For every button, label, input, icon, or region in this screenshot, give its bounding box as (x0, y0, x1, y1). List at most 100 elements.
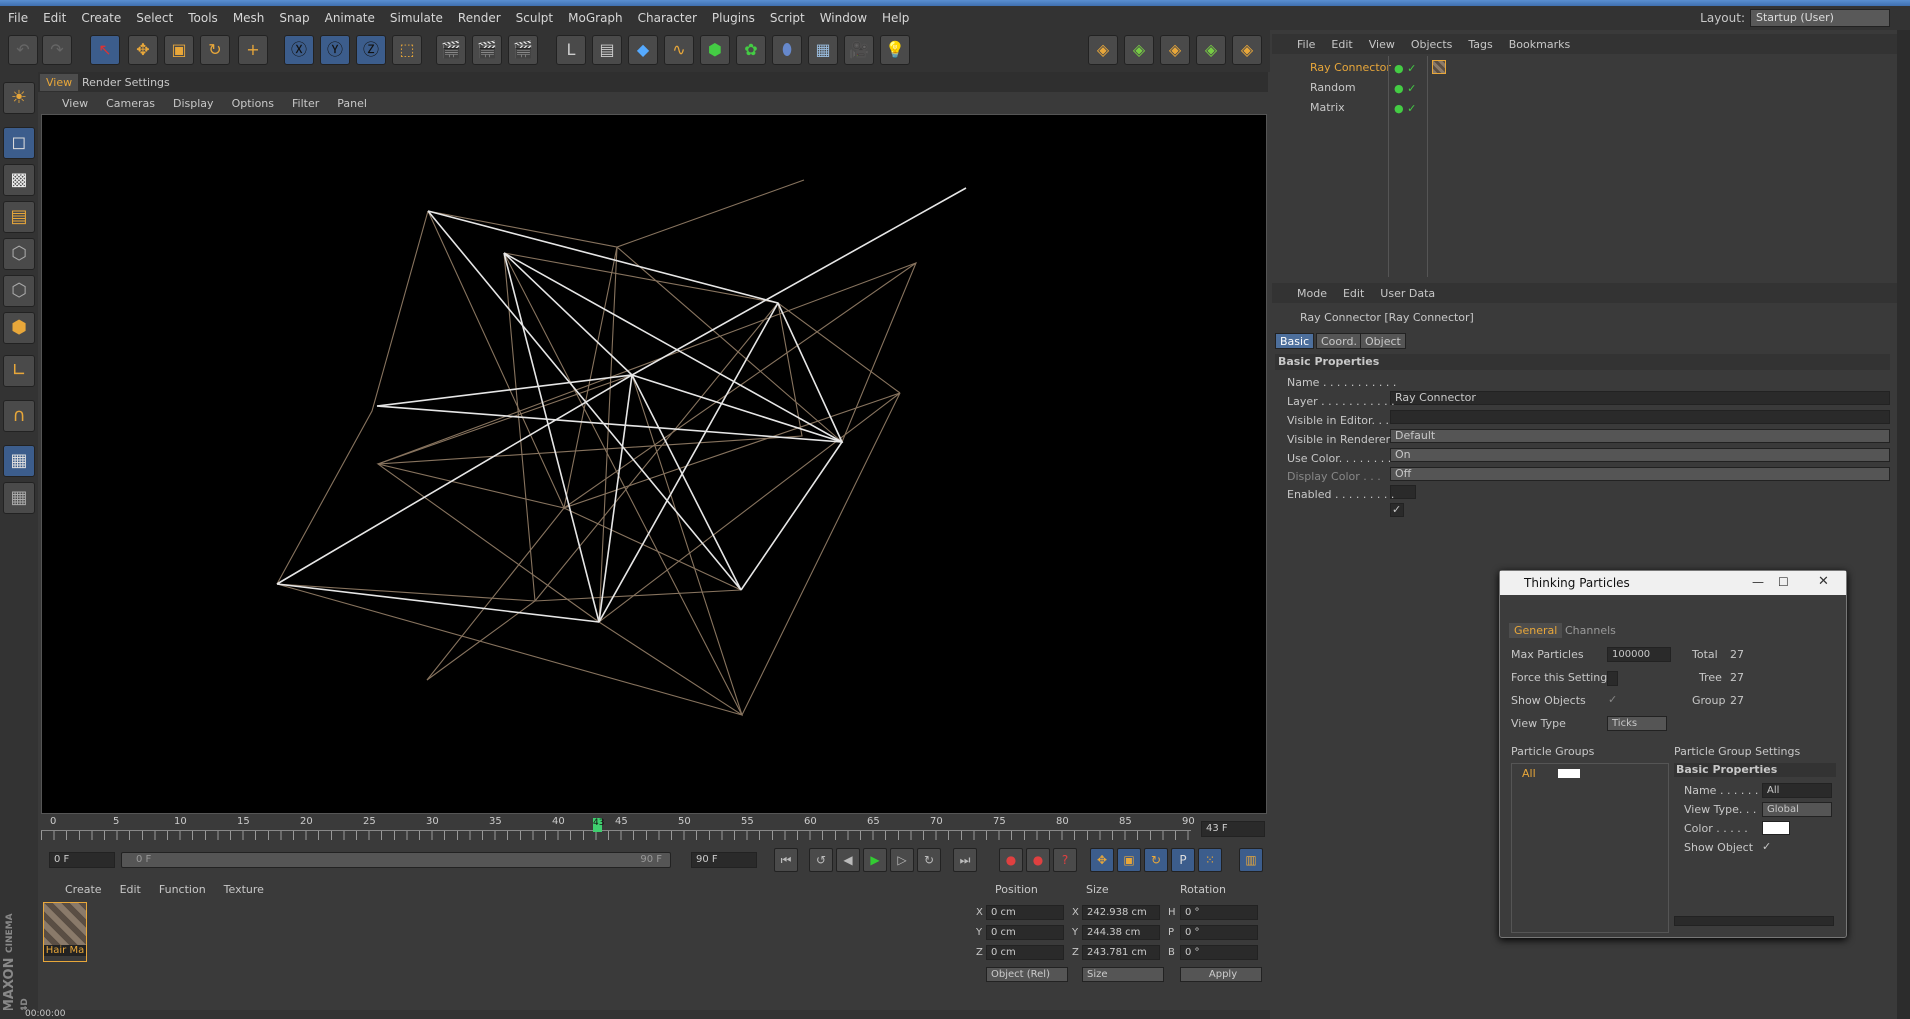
points-mode-icon[interactable]: ⬡ (3, 238, 35, 270)
mat-menu-texture[interactable]: Texture (224, 883, 264, 896)
move-icon[interactable]: ✥ (128, 35, 158, 65)
camera-icon[interactable]: 🎥 (844, 35, 874, 65)
frame-range-slider[interactable]: 0 F 90 F (121, 852, 671, 868)
timeline-ruler[interactable]: 0 5 10 15 20 25 30 35 40 45 50 55 60 65 … (41, 816, 1267, 842)
tab-render-settings[interactable]: Render Settings (76, 74, 176, 91)
snap-mode-2-icon[interactable]: ◈ (1124, 35, 1154, 65)
workplane-icon[interactable]: ▤ (3, 201, 35, 233)
menu-simulate[interactable]: Simulate (390, 11, 443, 25)
right-side-tabs[interactable] (1897, 30, 1910, 1019)
axis-mode-icon[interactable]: ∟ (3, 355, 35, 387)
current-frame-field[interactable]: 43 F (1201, 821, 1265, 837)
edges-mode-icon[interactable]: ⬡ (3, 275, 35, 307)
attr-tab-basic[interactable]: Basic (1275, 333, 1315, 349)
snap-icon[interactable]: ∩ (3, 400, 35, 432)
vp-menu-filter[interactable]: Filter (292, 97, 319, 110)
menu-select[interactable]: Select (136, 11, 173, 25)
snap-mode-3-icon[interactable]: ◈ (1160, 35, 1190, 65)
minimize-icon[interactable]: — (1752, 575, 1764, 589)
play-icon[interactable]: ▶ (863, 848, 887, 872)
live-select-icon[interactable]: ↖ (90, 35, 120, 65)
visibility-check-icon[interactable]: ● ✓ (1394, 102, 1416, 115)
apply-button[interactable]: Apply (1180, 967, 1262, 982)
key-pla-icon[interactable]: ⁙ (1198, 848, 1222, 872)
menu-mesh[interactable]: Mesh (233, 11, 265, 25)
record-icon[interactable]: ● (999, 848, 1023, 872)
pen-icon[interactable]: ∿ (664, 35, 694, 65)
3d-viewport[interactable] (41, 114, 1267, 814)
mat-menu-create[interactable]: Create (65, 883, 102, 896)
timeline-window-icon[interactable]: ▥ (1239, 848, 1263, 872)
menu-tools[interactable]: Tools (188, 11, 218, 25)
obj-menu-objects[interactable]: Objects (1411, 38, 1453, 51)
pos-y-field[interactable]: 0 cm (986, 925, 1064, 940)
menu-file[interactable]: File (8, 11, 28, 25)
mat-menu-function[interactable]: Function (159, 883, 206, 896)
go-to-start-icon[interactable]: ⏮ (774, 848, 798, 872)
tp-max-particles-field[interactable]: 100000 (1607, 647, 1671, 662)
tp-horizontal-scrollbar[interactable] (1674, 916, 1834, 926)
tp-force-checkbox[interactable] (1607, 671, 1618, 686)
model-mode-icon[interactable]: ◻ (3, 127, 35, 159)
tp-view-type-select[interactable]: Ticks (1607, 716, 1667, 731)
vp-menu-panel[interactable]: Panel (337, 97, 367, 110)
recent-tools-icon[interactable]: + (238, 35, 268, 65)
playhead-marker[interactable]: 43 (593, 818, 604, 832)
object-random[interactable]: Random (1290, 79, 1356, 97)
keyframe-selection-icon[interactable]: ? (1053, 848, 1077, 872)
attr-menu-edit[interactable]: Edit (1343, 287, 1364, 300)
z-axis-icon[interactable]: Ⓩ (356, 35, 386, 65)
object-ray-connector[interactable]: Ray Connector (1290, 59, 1391, 77)
key-parameter-icon[interactable]: P (1171, 848, 1195, 872)
material-tag-icon[interactable] (1432, 60, 1446, 74)
spline-icon[interactable]: ▤ (592, 35, 622, 65)
prop-enabled-checkbox[interactable]: ✓ (1390, 503, 1404, 517)
null-object-icon[interactable]: L (556, 35, 586, 65)
redo-icon[interactable]: ↷ (42, 35, 72, 65)
menu-help[interactable]: Help (882, 11, 909, 25)
light-icon[interactable]: 💡 (880, 35, 910, 65)
tp-groups-tree[interactable]: All (1511, 763, 1669, 933)
mat-menu-edit[interactable]: Edit (120, 883, 141, 896)
y-axis-icon[interactable]: Ⓨ (320, 35, 350, 65)
texture-mode-icon[interactable]: ▩ (3, 164, 35, 196)
render-view-icon[interactable]: 🎬 (436, 35, 466, 65)
x-axis-icon[interactable]: Ⓧ (284, 35, 314, 65)
attr-menu-mode[interactable]: Mode (1297, 287, 1327, 300)
tp-show-objects-check-icon[interactable]: ✓ (1608, 693, 1617, 706)
undo-icon[interactable]: ↶ (8, 35, 38, 65)
rot-h-field[interactable]: 0 ° (1180, 905, 1258, 920)
previous-frame-icon[interactable]: ◀ (836, 848, 860, 872)
autokey-icon[interactable]: ● (1026, 848, 1050, 872)
menu-script[interactable]: Script (770, 11, 805, 25)
size-y-field[interactable]: 244.38 cm (1082, 925, 1160, 940)
obj-menu-tags[interactable]: Tags (1468, 38, 1492, 51)
render-settings-icon[interactable]: 🎬 (508, 35, 538, 65)
obj-menu-edit[interactable]: Edit (1331, 38, 1352, 51)
workplane-lock-icon[interactable]: ▦ (3, 445, 35, 477)
cube-icon[interactable]: ◆ (628, 35, 658, 65)
make-editable-icon[interactable]: ☀ (3, 82, 35, 114)
go-to-end-icon[interactable]: ⏭ (953, 848, 977, 872)
key-scale-icon[interactable]: ▣ (1117, 848, 1141, 872)
snap-mode-5-icon[interactable]: ◈ (1232, 35, 1262, 65)
visibility-check-icon[interactable]: ● ✓ (1394, 82, 1416, 95)
cloner-icon[interactable]: ✿ (736, 35, 766, 65)
deformer-icon[interactable]: ⬮ (772, 35, 802, 65)
next-frame-icon[interactable]: ▷ (890, 848, 914, 872)
vp-menu-cameras[interactable]: Cameras (106, 97, 155, 110)
menu-snap[interactable]: Snap (279, 11, 309, 25)
pos-z-field[interactable]: 0 cm (986, 945, 1064, 960)
tp-group-all[interactable]: All (1522, 767, 1536, 780)
tp-show-object-check-icon[interactable]: ✓ (1762, 840, 1771, 853)
attr-tab-object[interactable]: Object (1360, 333, 1406, 349)
snap-mode-4-icon[interactable]: ◈ (1196, 35, 1226, 65)
menu-character[interactable]: Character (638, 11, 697, 25)
menu-render[interactable]: Render (458, 11, 501, 25)
scale-icon[interactable]: ▣ (164, 35, 194, 65)
coordinate-system-icon[interactable]: ⬚ (392, 35, 422, 65)
size-x-field[interactable]: 242.938 cm (1082, 905, 1160, 920)
attr-menu-user-data[interactable]: User Data (1380, 287, 1435, 300)
size-mode-select[interactable]: Size (1082, 967, 1164, 982)
rot-p-field[interactable]: 0 ° (1180, 925, 1258, 940)
